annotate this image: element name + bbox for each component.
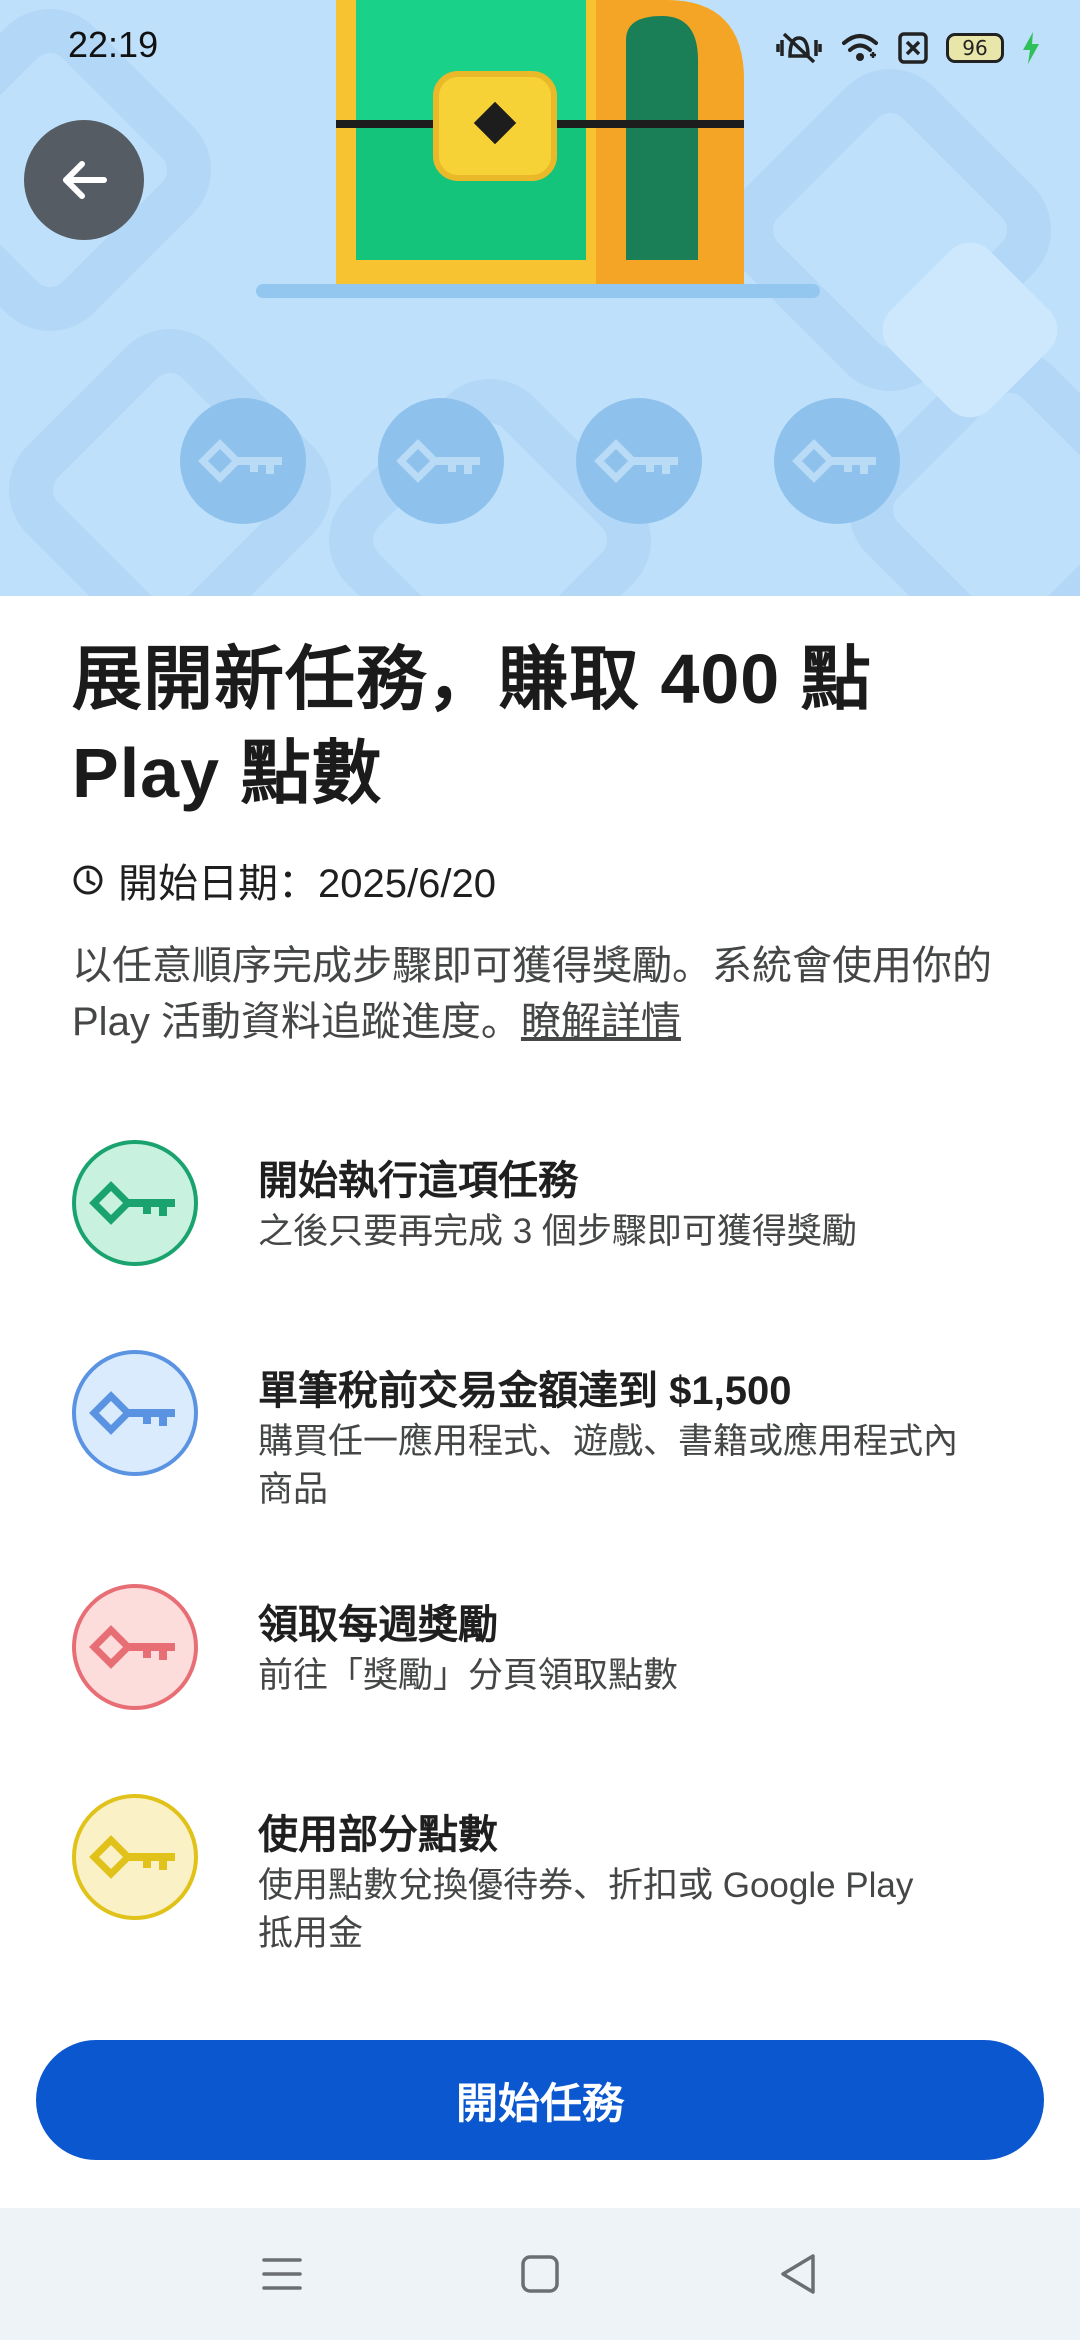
- task-subtitle: 之後只要再完成 3 個步驟即可獲得獎勵: [258, 1212, 857, 1251]
- key-icon: [89, 1391, 175, 1435]
- task-key-badge: [72, 1794, 198, 1920]
- home-button[interactable]: [510, 2244, 570, 2304]
- key-icon: [89, 1181, 175, 1225]
- task-title: 開始執行這項任務: [258, 1159, 578, 1203]
- task-item[interactable]: 開始執行這項任務 之後只要再完成 3 個步驟即可獲得獎勵: [72, 1140, 1032, 1280]
- key-icon: [396, 439, 480, 483]
- back-button[interactable]: [24, 120, 144, 240]
- task-subtitle: 購買任一應用程式、遊戲、書籍或應用程式內商品: [258, 1422, 959, 1509]
- progress-keys: [180, 398, 900, 524]
- vibrate-off-icon: [776, 32, 822, 64]
- start-quest-button[interactable]: 開始任務: [36, 2040, 1044, 2160]
- key-icon: [89, 1835, 175, 1879]
- key-icon: [792, 439, 876, 483]
- task-subtitle: 使用點數兌換優待券、折扣或 Google Play 抵用金: [258, 1866, 914, 1953]
- sim-error-icon: [898, 32, 928, 64]
- status-icons: 96: [776, 26, 1040, 70]
- clock-icon: [73, 865, 103, 895]
- key-icon: [89, 1625, 175, 1669]
- task-item[interactable]: 單筆稅前交易金額達到 $1,500 購買任一應用程式、遊戲、書籍或應用程式內商品: [72, 1350, 1032, 1520]
- description: 以任意順序完成步驟即可獲得獎勵。系統會使用你的 Play 活動資料追蹤進度。瞭解…: [72, 938, 1022, 1050]
- progress-key-1: [180, 398, 306, 524]
- task-title: 單筆稅前交易金額達到 $1,500: [258, 1369, 792, 1413]
- task-subtitle: 前往「獎勵」分頁領取點數: [258, 1656, 679, 1695]
- task-item[interactable]: 領取每週獎勵 前往「獎勵」分頁領取點數: [72, 1584, 1032, 1724]
- key-icon: [198, 439, 282, 483]
- arrow-back-icon: [63, 161, 107, 199]
- key-icon: [594, 439, 678, 483]
- battery-indicator: 96: [946, 33, 1004, 63]
- charging-icon: [1023, 32, 1039, 64]
- start-date-text: 開始日期：2025/6/20: [118, 862, 496, 906]
- recents-button[interactable]: [252, 2244, 312, 2304]
- task-key-badge: [72, 1584, 198, 1710]
- status-bar: 22:19 96: [0, 0, 1080, 96]
- task-key-badge: [72, 1140, 198, 1266]
- status-time: 22:19: [68, 24, 159, 65]
- menu-icon: [262, 2258, 302, 2290]
- triangle-back-icon: [781, 2254, 815, 2294]
- system-back-button[interactable]: [768, 2244, 828, 2304]
- page-title: 展開新任務，賺取 400 點 Play 點數: [72, 640, 872, 812]
- start-date-row: 開始日期：2025/6/20: [72, 850, 496, 910]
- task-key-badge: [72, 1350, 198, 1476]
- learn-more-link[interactable]: 瞭解詳情: [521, 1000, 681, 1044]
- task-item[interactable]: 使用部分點數 使用點數兌換優待券、折扣或 Google Play 抵用金: [72, 1794, 1032, 1964]
- progress-key-2: [378, 398, 504, 524]
- wifi-icon: [842, 34, 878, 61]
- progress-key-4: [774, 398, 900, 524]
- system-nav-bar: [0, 2208, 1080, 2340]
- task-title: 使用部分點數: [258, 1813, 498, 1857]
- progress-key-3: [576, 398, 702, 524]
- task-title: 領取每週獎勵: [258, 1603, 498, 1647]
- home-square-icon: [521, 2255, 559, 2293]
